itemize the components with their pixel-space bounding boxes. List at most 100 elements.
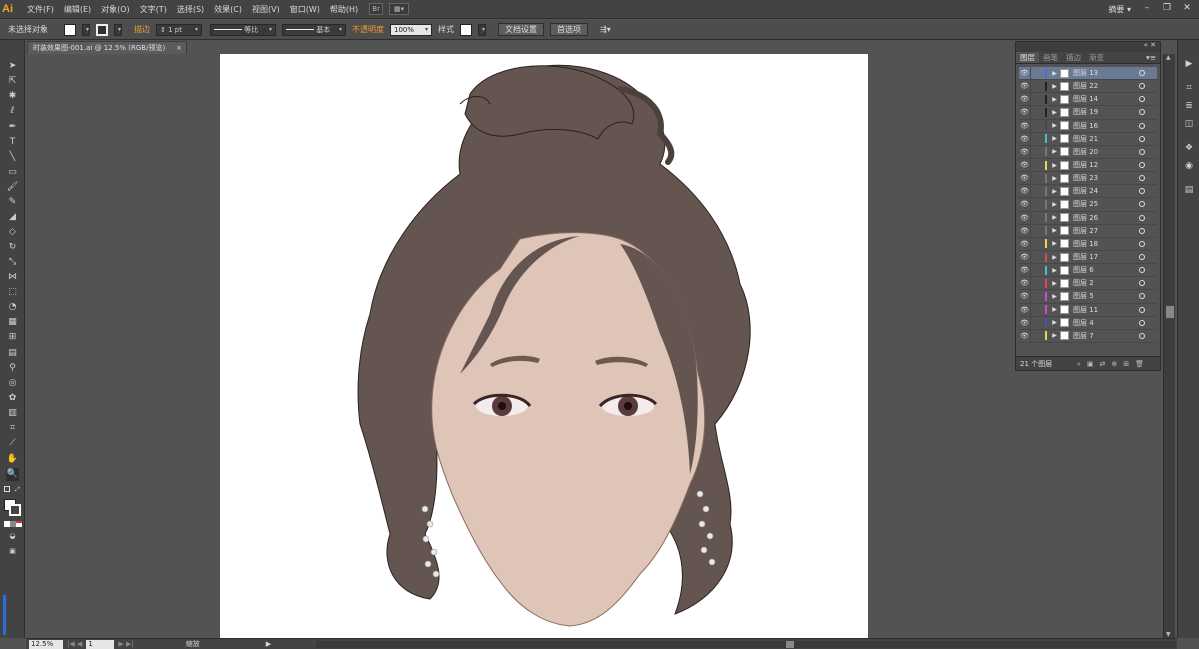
target-circle-icon[interactable] [1139, 253, 1145, 260]
layer-row[interactable]: 👁 ▶ 图层 22 [1019, 80, 1157, 94]
pathfinder-icon[interactable]: ◫ [1183, 118, 1195, 130]
graphic-style-swatch[interactable] [460, 23, 472, 36]
fill-swatch[interactable] [64, 23, 76, 36]
zoom-field[interactable]: 12.5% [29, 639, 63, 649]
layer-name[interactable]: 图层 20 [1073, 147, 1098, 157]
visibility-eye-icon[interactable]: 👁 [1019, 240, 1030, 248]
arrange-documents-button[interactable]: ▦▾ [389, 3, 410, 15]
target-circle-icon[interactable] [1139, 332, 1145, 339]
menu-item[interactable]: 选择(S) [172, 0, 209, 19]
expand-triangle-icon[interactable]: ▶ [1050, 319, 1059, 326]
lock-toggle[interactable] [1030, 264, 1041, 277]
artboard-tool-icon[interactable]: ⌗ [6, 422, 19, 435]
visibility-eye-icon[interactable]: 👁 [1019, 161, 1030, 169]
visibility-eye-icon[interactable]: 👁 [1019, 135, 1030, 143]
artboard[interactable] [220, 54, 868, 638]
lock-toggle[interactable] [1030, 158, 1041, 172]
none-mode-icon[interactable] [16, 521, 22, 527]
layer-row[interactable]: 👁 ▶ 图层 12 [1019, 158, 1157, 173]
symbol-sprayer-tool-icon[interactable]: ✿ [6, 392, 19, 405]
lock-toggle[interactable] [1030, 250, 1041, 264]
lock-toggle[interactable] [1030, 211, 1041, 224]
lock-toggle[interactable] [1030, 224, 1041, 237]
pen-tool-icon[interactable]: ✒ [6, 121, 19, 134]
toolbar-slider[interactable] [3, 595, 6, 635]
layer-name[interactable]: 图层 17 [1073, 252, 1098, 262]
lock-toggle[interactable] [1030, 290, 1041, 303]
stroke-swatch[interactable] [96, 23, 108, 36]
lock-toggle[interactable] [1030, 303, 1041, 316]
visibility-eye-icon[interactable]: 👁 [1019, 292, 1030, 300]
perspective-grid-tool-icon[interactable]: ▦ [6, 316, 19, 329]
target-circle-icon[interactable] [1139, 122, 1145, 129]
restore-button[interactable]: ❐ [1159, 0, 1175, 16]
lock-toggle[interactable] [1030, 145, 1041, 158]
lock-toggle[interactable] [1030, 93, 1041, 106]
visibility-eye-icon[interactable]: 👁 [1019, 227, 1030, 235]
menu-item[interactable]: 效果(C) [209, 0, 247, 19]
target-circle-icon[interactable] [1139, 83, 1145, 90]
eraser-tool-icon[interactable]: ◇ [6, 226, 19, 239]
layer-row[interactable]: 👁 ▶ 图层 6 [1019, 264, 1157, 278]
expand-triangle-icon[interactable]: ▶ [1050, 109, 1059, 116]
menu-item[interactable]: 视图(V) [247, 0, 285, 19]
visibility-eye-icon[interactable]: 👁 [1019, 253, 1030, 261]
layer-name[interactable]: 图层 2 [1073, 278, 1094, 288]
horizontal-scroll-thumb[interactable] [786, 641, 794, 648]
selection-tool-icon[interactable]: ➤ [6, 60, 19, 73]
menu-item[interactable]: 编辑(E) [59, 0, 96, 19]
menu-item[interactable]: 帮助(H) [325, 0, 363, 19]
opacity-field[interactable]: 100% ▾ [390, 23, 432, 36]
expand-triangle-icon[interactable]: ▶ [1050, 306, 1059, 313]
vertical-scroll-thumb[interactable] [1166, 306, 1174, 318]
layer-name[interactable]: 图层 13 [1073, 68, 1098, 78]
transform-icon[interactable]: ⌗ [1183, 82, 1195, 94]
opacity-label[interactable]: 不透明度 [352, 24, 384, 35]
layer-row[interactable]: 👁 ▶ 图层 23 [1019, 172, 1157, 186]
paintbrush-tool-icon[interactable]: 🖌 [6, 181, 19, 194]
hand-tool-icon[interactable]: ✋ [6, 453, 19, 466]
target-circle-icon[interactable] [1139, 148, 1145, 155]
visibility-eye-icon[interactable]: 👁 [1019, 187, 1030, 195]
scale-tool-icon[interactable]: ⤡ [6, 256, 19, 269]
expand-triangle-icon[interactable]: ▶ [1050, 280, 1059, 287]
layer-row[interactable]: 👁 ▶ 图层 11 [1019, 303, 1157, 317]
layer-name[interactable]: 图层 26 [1073, 213, 1098, 223]
target-circle-icon[interactable] [1139, 280, 1145, 287]
layer-row[interactable]: 👁 ▶ 图层 18 [1019, 237, 1157, 251]
panel-collapse-icon[interactable]: « ✕ [1144, 41, 1156, 49]
expand-triangle-icon[interactable]: ▶ [1050, 83, 1059, 90]
expand-triangle-icon[interactable]: ▶ [1050, 96, 1059, 103]
layer-row[interactable]: 👁 ▶ 图层 17 [1019, 250, 1157, 265]
slice-tool-icon[interactable]: ⟋ [6, 437, 19, 450]
expand-triangle-icon[interactable]: ▶ [1050, 122, 1059, 129]
horizontal-scrollbar[interactable] [316, 641, 1176, 648]
panel-footer-icons[interactable]: ⌕▣⇄⊕⊞🗑 [1077, 357, 1150, 371]
pencil-tool-icon[interactable]: ✎ [6, 196, 19, 209]
layer-row[interactable]: 👁 ▶ 图层 27 [1019, 224, 1157, 238]
screen-mode-icon[interactable]: ▣ [6, 545, 19, 558]
graphic-style-dropdown[interactable]: ▾ [478, 23, 486, 36]
visibility-eye-icon[interactable]: 👁 [1019, 200, 1030, 208]
status-arrow-icon[interactable]: ▶ [266, 640, 271, 648]
panel-menu-icon[interactable]: ▾≡ [1142, 52, 1160, 63]
visibility-eye-icon[interactable]: 👁 [1019, 108, 1030, 116]
layer-name[interactable]: 图层 16 [1073, 121, 1098, 131]
target-circle-icon[interactable] [1139, 293, 1145, 300]
lock-toggle[interactable] [1030, 106, 1041, 119]
variable-width-profile[interactable]: 等比 ▾ [210, 23, 276, 36]
stroke-label[interactable]: 描边 [134, 24, 150, 35]
visibility-eye-icon[interactable]: 👁 [1019, 214, 1030, 222]
lock-toggle[interactable] [1030, 277, 1041, 290]
target-circle-icon[interactable] [1139, 188, 1145, 195]
target-circle-icon[interactable] [1139, 135, 1145, 142]
blend-tool-icon[interactable]: ◎ [6, 377, 19, 390]
lock-toggle[interactable] [1030, 80, 1041, 93]
workspace-switcher[interactable]: 摘要 ▾ [1108, 0, 1131, 19]
lock-toggle[interactable] [1030, 237, 1041, 250]
brush-definition[interactable]: 基本 ▾ [282, 23, 346, 36]
lasso-tool-icon[interactable]: ℓ [6, 105, 19, 118]
first-page-icon[interactable]: |◀ ◀ [67, 640, 82, 648]
lock-toggle[interactable] [1030, 119, 1041, 132]
visibility-eye-icon[interactable]: 👁 [1019, 148, 1030, 156]
